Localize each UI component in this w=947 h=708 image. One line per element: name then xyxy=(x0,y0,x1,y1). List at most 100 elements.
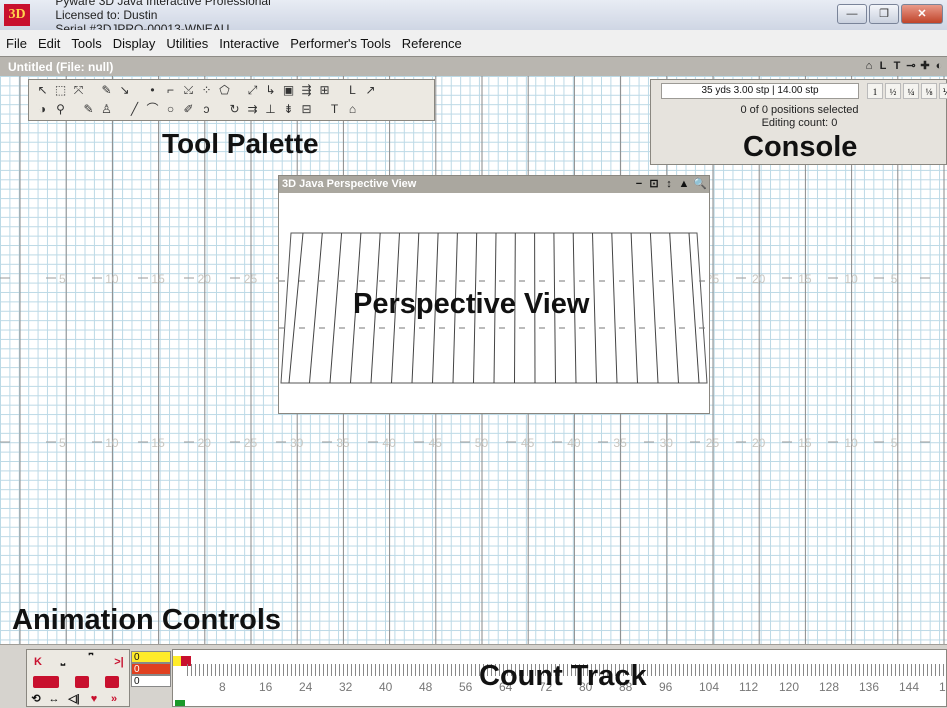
perspective-camera-button[interactable]: ▲ xyxy=(678,177,690,191)
loop-icon[interactable]: ⟲ xyxy=(29,692,43,706)
close-button[interactable]: ✕ xyxy=(901,4,943,24)
shift-icon[interactable]: ⇉ xyxy=(245,101,260,117)
menu-tools[interactable]: Tools xyxy=(65,36,106,51)
end-count-field[interactable]: 0 xyxy=(131,675,171,687)
count-tick-label: 16 xyxy=(259,680,273,694)
spiral-icon[interactable]: ↄ xyxy=(199,101,214,117)
count-track[interactable]: 8 16 24 32 40 48 56 64 72 80 88 96 104 112 120 128 136 14… xyxy=(172,649,947,707)
forward-end-button[interactable]: >| xyxy=(111,655,127,669)
select-arrow-icon[interactable]: ↖ xyxy=(35,82,50,98)
yard-number: 30 xyxy=(660,436,674,450)
rewind-start-button[interactable]: K xyxy=(31,655,45,669)
expand-icon[interactable]: ⇟ xyxy=(281,101,296,117)
yard-number: 20 xyxy=(198,272,212,286)
t-tool-icon[interactable]: T xyxy=(891,59,903,73)
animation-controls-label: Animation Controls xyxy=(12,604,282,636)
bounce-icon[interactable]: ↔ xyxy=(47,692,61,706)
grid-icon[interactable]: ⁘ xyxy=(199,82,214,98)
start-count-field[interactable]: 0 xyxy=(131,651,171,663)
cross-icon[interactable]: ⤩ xyxy=(181,82,196,98)
perspective-minimize-button[interactable]: − xyxy=(633,177,645,191)
yard-number: 10 xyxy=(105,436,119,450)
follow-icon[interactable]: ↳ xyxy=(263,82,278,98)
home-icon[interactable]: ⌂ xyxy=(863,59,875,73)
l-shape-icon[interactable]: L xyxy=(345,82,360,98)
current-count-field[interactable]: 0 xyxy=(131,663,171,675)
t-shape-icon[interactable]: ⊥ xyxy=(263,101,278,117)
play-reverse-button[interactable] xyxy=(33,676,59,688)
performer-icon[interactable]: ♙ xyxy=(99,101,114,117)
perspective-window[interactable]: 3D Java Perspective View − ⊡ ↕ ▲ 🔍 Persp… xyxy=(278,175,710,414)
yard-number: 20 xyxy=(198,436,212,450)
file-icon[interactable]: ⇶ xyxy=(299,82,314,98)
curve-icon[interactable]: ⌒ xyxy=(145,101,160,117)
move-icon[interactable]: ✚ xyxy=(919,59,931,73)
contrast-icon[interactable]: ◐ xyxy=(933,59,945,73)
corner-icon[interactable]: ⌐ xyxy=(163,82,178,98)
pencil-icon[interactable]: ✎ xyxy=(99,82,114,98)
menu-utilities[interactable]: Utilities xyxy=(160,36,213,51)
link-icon[interactable]: ⊸ xyxy=(905,59,917,73)
fraction-sixth-button[interactable]: ⅙ xyxy=(939,83,947,99)
circle-icon[interactable]: ○ xyxy=(163,101,178,117)
lasso-select-icon[interactable]: ⚲ xyxy=(53,101,68,117)
track-start-marker[interactable] xyxy=(173,656,181,666)
count-tick-label: 8 xyxy=(219,680,226,694)
tool-palette-label: Tool Palette xyxy=(162,128,319,159)
stop-button[interactable] xyxy=(105,676,119,688)
app-name: Pyware 3D Java Interactive Professional xyxy=(55,0,271,8)
maximize-button[interactable]: ❐ xyxy=(869,4,899,24)
perspective-zoom-icon[interactable]: 🔍 xyxy=(693,177,707,191)
tool-palette: ↖ ⬚ ⤧ ✎ ↘ • ⌐ ⤩ ⁘ ⬠ ⤢ ↳ ▣ ⇶ ⊞ L ↗ ◑ ⚲ ✎ ♙ ╱ ⌒ ○ ✐ ↄ ↻ ⇉ ⊥ ⇟ ⊟ T ⌂ xyxy=(28,79,435,121)
menu-edit[interactable]: Edit xyxy=(32,36,65,51)
yard-number: 15 xyxy=(798,436,812,450)
perspective-restore-button[interactable]: ⊡ xyxy=(648,177,660,191)
line-icon[interactable]: ╱ xyxy=(127,101,142,117)
track-end-marker[interactable] xyxy=(175,700,185,706)
fraction-eighth-button[interactable]: ⅛ xyxy=(921,83,937,99)
dot-icon[interactable]: • xyxy=(145,82,160,98)
lasso-icon[interactable]: ⤧ xyxy=(71,82,86,98)
count-tick-label: 112 xyxy=(739,680,759,694)
l-tool-icon[interactable]: L xyxy=(877,59,889,73)
yard-number: 25 xyxy=(706,436,720,450)
text-icon[interactable]: T xyxy=(327,101,342,117)
menu-bar: File Edit Tools Display Utilities Intera… xyxy=(0,30,947,56)
menu-reference[interactable]: Reference xyxy=(396,36,467,51)
collapse-icon[interactable]: ⊟ xyxy=(299,101,314,117)
favorite-icon[interactable]: ♥ xyxy=(87,692,101,706)
pause-button[interactable] xyxy=(75,676,89,688)
step-forward-button[interactable]: ⎴ xyxy=(79,653,103,667)
arc-arrow-icon[interactable]: ↗ xyxy=(363,82,378,98)
yard-number: 5 xyxy=(59,436,66,450)
fraction-quarter-button[interactable]: ¼ xyxy=(903,83,919,99)
count-tick-label: 128 xyxy=(819,680,840,694)
block-icon[interactable]: ▣ xyxy=(281,82,296,98)
draw-icon[interactable]: ✎ xyxy=(81,101,96,117)
menu-interactive[interactable]: Interactive xyxy=(213,36,284,51)
fraction-half-button[interactable]: ½ xyxy=(885,83,901,99)
perspective-height-button[interactable]: ↕ xyxy=(663,177,675,191)
freehand-icon[interactable]: ✐ xyxy=(181,101,196,117)
polygon-icon[interactable]: ⬠ xyxy=(217,82,232,98)
diagonal-icon[interactable]: ⤢ xyxy=(245,82,260,98)
fast-forward-icon[interactable]: » xyxy=(107,692,121,706)
direct-select-icon[interactable]: ↘ xyxy=(117,82,132,98)
home-tool-icon[interactable]: ⌂ xyxy=(345,101,360,117)
rotate-block-icon[interactable]: ◑ xyxy=(35,101,50,117)
minimize-button[interactable]: — xyxy=(837,4,867,24)
count-tick-label: 152 xyxy=(939,680,946,694)
sound-icon[interactable]: ◁| xyxy=(67,692,81,706)
fraction-1-button[interactable]: 1 xyxy=(867,83,883,99)
marquee-icon[interactable]: ⬚ xyxy=(53,82,68,98)
yard-number: 45 xyxy=(429,436,443,450)
menu-display[interactable]: Display xyxy=(107,36,161,51)
menu-performers-tools[interactable]: Performer's Tools xyxy=(284,36,396,51)
step-back-button[interactable]: ⎵ xyxy=(53,653,73,667)
yard-number: 5 xyxy=(891,272,898,286)
rotate-icon[interactable]: ↻ xyxy=(227,101,242,117)
count-tick-label: 56 xyxy=(459,680,473,694)
split-icon[interactable]: ⊞ xyxy=(317,82,332,98)
perspective-titlebar[interactable]: 3D Java Perspective View − ⊡ ↕ ▲ 🔍 xyxy=(279,176,709,193)
menu-file[interactable]: File xyxy=(0,36,32,51)
